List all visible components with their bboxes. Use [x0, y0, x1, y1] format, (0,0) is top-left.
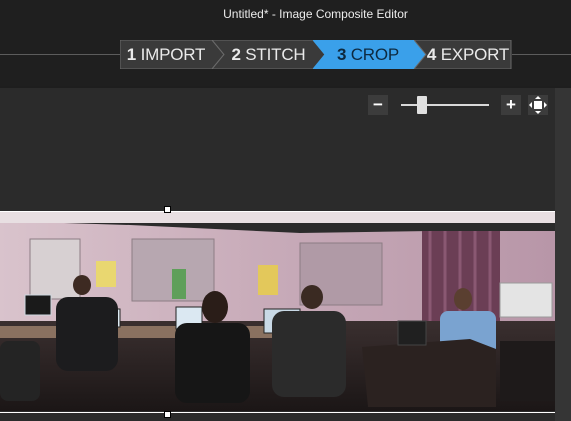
step-export[interactable]: 4 EXPORT — [414, 40, 512, 69]
step-crop[interactable]: 3 CROP — [313, 40, 427, 69]
step-crop-label: 3 CROP — [336, 45, 400, 64]
crop-handle-bottom[interactable] — [164, 411, 171, 418]
fit-to-window-button[interactable] — [528, 95, 548, 115]
steps-divider-left — [0, 54, 120, 55]
step-import-label: 1 IMPORT — [126, 45, 206, 64]
crop-bottom-edge[interactable] — [0, 412, 555, 413]
title-bar: Untitled* - Image Composite Editor — [0, 0, 571, 30]
crop-top-edge[interactable] — [0, 211, 555, 212]
panorama-image — [0, 211, 555, 411]
workflow-steps-bar: 1 IMPORT 2 STITCH 3 CROP 4 EXPORT — [0, 30, 571, 86]
zoom-in-button[interactable]: + — [501, 95, 521, 115]
zoom-slider-track[interactable] — [401, 104, 489, 106]
step-import[interactable]: 1 IMPORT — [120, 40, 224, 69]
zoom-out-button[interactable]: − — [368, 95, 388, 115]
minus-icon: − — [373, 95, 383, 114]
plus-icon: + — [506, 95, 516, 114]
zoom-slider-thumb[interactable] — [417, 96, 427, 114]
step-stitch-label: 2 STITCH — [231, 45, 306, 64]
step-stitch[interactable]: 2 STITCH — [212, 40, 326, 69]
step-export-label: 4 EXPORT — [426, 45, 510, 64]
crop-handle-top[interactable] — [164, 206, 171, 213]
window-title: Untitled* - Image Composite Editor — [223, 7, 408, 21]
fit-to-window-icon — [529, 96, 547, 114]
vertical-scrollbar[interactable] — [555, 88, 571, 421]
steps-divider-right — [512, 54, 571, 55]
